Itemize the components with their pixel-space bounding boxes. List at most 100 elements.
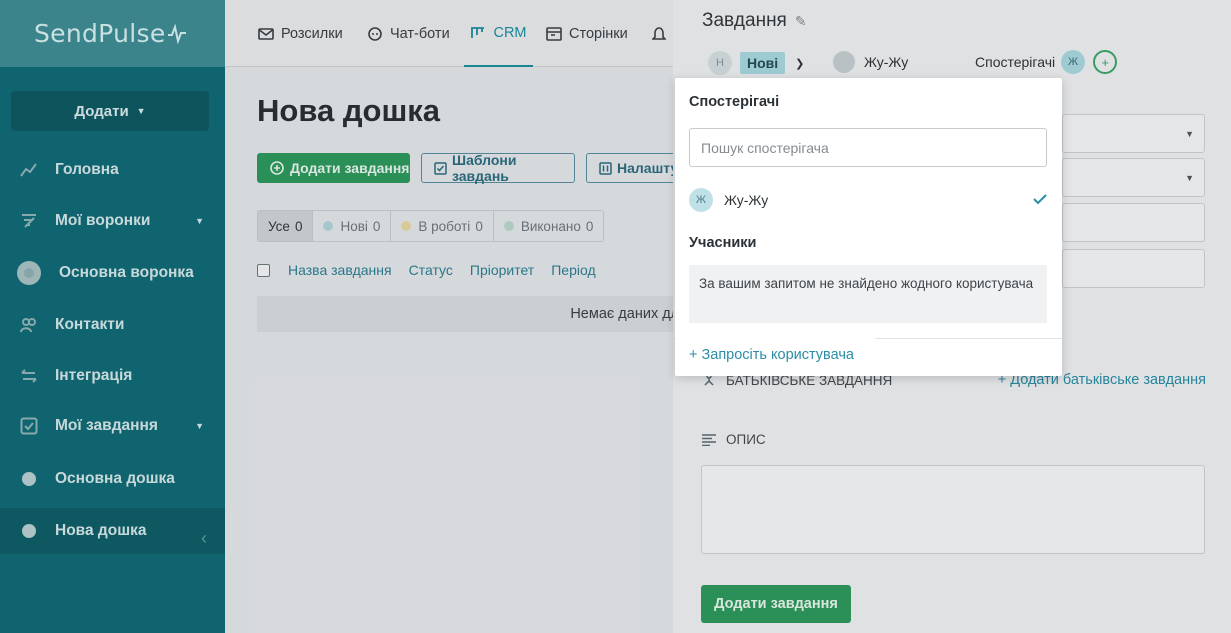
settings-label: Налашту <box>617 160 679 176</box>
description-textarea[interactable] <box>701 465 1205 554</box>
funnel-avatar-icon <box>16 261 42 285</box>
tab-mailings[interactable]: Розсилки <box>258 0 343 67</box>
task-title-text: Завдання <box>702 10 787 31</box>
caret-down-icon: ▼ <box>195 421 204 431</box>
popup-title: Спостерігачі <box>689 94 780 110</box>
assignee-name: Жу-Жу <box>864 54 909 70</box>
crm-icon <box>470 26 486 40</box>
sidebar-item-main-board[interactable]: Основна дошка <box>0 456 225 502</box>
page-icon <box>546 26 562 41</box>
logo[interactable]: SendPulse <box>0 0 225 67</box>
chat-icon <box>367 26 383 42</box>
add-button[interactable]: Додати ▼ <box>11 91 209 131</box>
tab-label: CRM <box>493 24 527 41</box>
end-date-field[interactable] <box>1062 249 1205 288</box>
no-data-text: Немає даних для <box>570 306 687 322</box>
status-select[interactable]: Н Нові ❯ <box>708 50 804 76</box>
templates-button[interactable]: Шаблони завдань <box>421 152 575 184</box>
sidebar-item-label: Інтеграція <box>55 367 133 384</box>
tab-crm[interactable]: CRM <box>464 0 533 67</box>
sidebar: SendPulse Додати ▼ Головна Мої воронки ▼… <box>0 0 225 633</box>
start-date-field[interactable] <box>1062 203 1205 242</box>
status-dot-icon <box>401 221 412 231</box>
watcher-search-input[interactable] <box>689 128 1047 167</box>
status-avatar: Н <box>708 51 732 75</box>
page-title: Нова дошка <box>257 93 441 128</box>
sidebar-item-label: Основна воронка <box>59 264 194 281</box>
column-priority[interactable]: Пріоритет <box>470 262 534 278</box>
sidebar-item-funnels[interactable]: Мої воронки ▼ <box>0 198 225 244</box>
submit-task-button[interactable]: Додати завдання <box>701 585 851 623</box>
sidebar-item-integration[interactable]: Інтеграція <box>0 353 225 399</box>
filter-label: Виконано <box>520 218 581 234</box>
status-badge: Нові <box>740 52 786 74</box>
empty-table-row: Немає даних для <box>257 296 687 332</box>
description-row: ОПИС <box>702 432 766 447</box>
filter-label: В роботі <box>418 218 471 234</box>
sidebar-item-label: Головна <box>55 161 119 178</box>
participants-title: Учасники <box>689 235 757 251</box>
avatar: Ж <box>689 188 713 212</box>
tab-pages[interactable]: Сторінки <box>546 0 628 67</box>
period-select[interactable]: ▼ <box>1062 158 1205 197</box>
chevron-down-icon: ❯ <box>795 57 805 70</box>
column-status[interactable]: Статус <box>409 262 453 278</box>
watchers-label: Спостерігачі <box>975 54 1056 70</box>
templates-label: Шаблони завдань <box>452 152 517 184</box>
dot-icon <box>16 472 42 486</box>
tab-chatbots[interactable]: Чат-боти <box>367 0 450 67</box>
watcher-option[interactable]: Ж Жу-Жу <box>689 188 1047 212</box>
empty-message: За вашим запитом не знайдено жодного кор… <box>689 265 1047 323</box>
text-lines-icon <box>702 433 716 446</box>
sidebar-item-home[interactable]: Головна <box>0 147 225 193</box>
sidebar-item-new-board[interactable]: Нова дошка <box>0 508 225 554</box>
user-name: Жу-Жу <box>724 192 769 208</box>
bell-icon <box>652 26 666 42</box>
select-all-checkbox[interactable] <box>257 263 270 277</box>
add-watcher-button[interactable]: + <box>1093 50 1118 74</box>
tab-label: Розсилки <box>281 25 343 42</box>
settings-button[interactable]: Налашту <box>586 153 686 183</box>
filter-new[interactable]: Нові 0 <box>313 211 392 241</box>
notifications-bell[interactable] <box>652 0 673 67</box>
filter-all[interactable]: Усе 0 <box>258 211 314 241</box>
watchers-popup: Спостерігачі Ж Жу-Жу Учасники За вашим з… <box>675 78 1062 376</box>
pulse-icon <box>167 23 186 44</box>
funnel-icon <box>16 213 42 229</box>
sidebar-item-label: Контакти <box>55 316 125 333</box>
filter-in-progress[interactable]: В роботі 0 <box>391 211 494 241</box>
sidebar-item-main-funnel[interactable]: Основна воронка <box>0 250 225 296</box>
checkbox-icon <box>16 417 42 435</box>
add-task-button[interactable]: Додати завдання <box>257 153 410 183</box>
caret-down-icon: ▼ <box>1185 128 1194 139</box>
avatar <box>833 51 855 73</box>
filter-count: 0 <box>585 218 594 234</box>
priority-select[interactable]: ▼ <box>1062 114 1205 153</box>
logo-text: SendPulse <box>34 19 166 48</box>
status-filters: Усе 0 Нові 0 В роботі 0 Виконано 0 <box>257 210 605 242</box>
chart-line-icon <box>16 162 42 178</box>
add-task-label: Додати завдання <box>290 160 410 176</box>
table-header: Назва завдання Статус Пріоритет Період <box>257 262 613 278</box>
filter-count: 0 <box>475 218 483 234</box>
sidebar-item-my-tasks[interactable]: Мої завдання ▼ <box>0 403 225 449</box>
watcher-avatar[interactable]: Ж <box>1061 50 1086 74</box>
collapse-sidebar-icon[interactable]: ‹ <box>201 528 207 549</box>
column-name[interactable]: Назва завдання <box>288 262 392 278</box>
column-period[interactable]: Період <box>551 262 595 278</box>
invite-user-link[interactable]: + Запросіть користувача <box>676 338 875 372</box>
sidebar-item-contacts[interactable]: Контакти <box>0 302 225 348</box>
caret-down-icon: ▼ <box>1185 172 1194 183</box>
pencil-icon[interactable]: ✎ <box>795 13 807 30</box>
tab-label: Чат-боти <box>390 25 450 42</box>
settings-icon <box>599 161 612 175</box>
assignee[interactable]: Жу-Жу <box>833 51 908 73</box>
swap-arrows-icon <box>16 368 42 384</box>
filter-done[interactable]: Виконано 0 <box>494 211 604 241</box>
board-area: Нова дошка Додати завдання Шаблони завда… <box>225 67 687 633</box>
checkmark-icon <box>1033 192 1047 208</box>
sidebar-item-label: Мої воронки <box>55 212 151 229</box>
task-title[interactable]: Завдання ✎ <box>702 10 807 32</box>
dot-icon <box>16 524 42 538</box>
envelope-icon <box>258 27 274 41</box>
